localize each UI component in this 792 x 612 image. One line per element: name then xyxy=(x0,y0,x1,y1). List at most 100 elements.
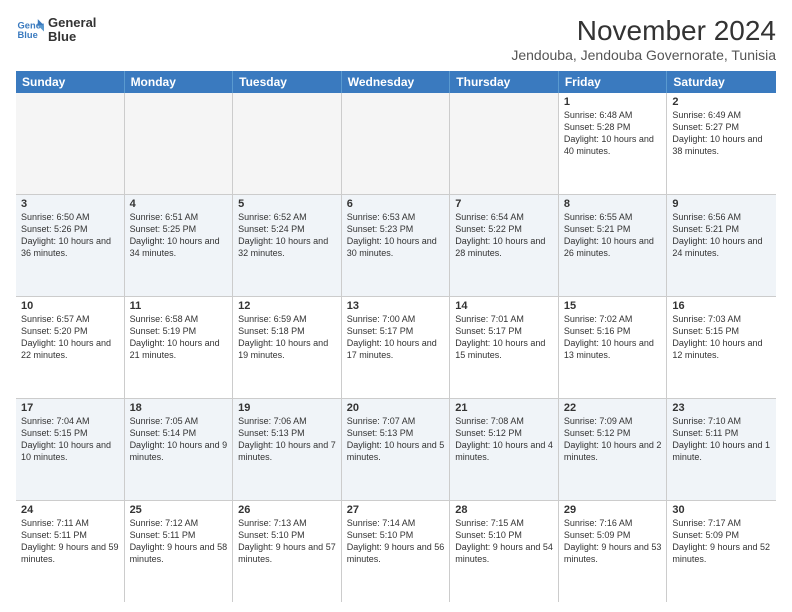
day-number: 21 xyxy=(455,402,553,414)
main-title: November 2024 xyxy=(511,16,776,47)
calendar-row-0: 1Sunrise: 6:48 AM Sunset: 5:28 PM Daylig… xyxy=(16,93,776,195)
day-info: Sunrise: 6:54 AM Sunset: 5:22 PM Dayligh… xyxy=(455,211,553,260)
day-cell-22: 22Sunrise: 7:09 AM Sunset: 5:12 PM Dayli… xyxy=(559,399,668,500)
day-info: Sunrise: 7:07 AM Sunset: 5:13 PM Dayligh… xyxy=(347,415,445,464)
day-info: Sunrise: 7:02 AM Sunset: 5:16 PM Dayligh… xyxy=(564,313,662,362)
day-info: Sunrise: 7:10 AM Sunset: 5:11 PM Dayligh… xyxy=(672,415,771,464)
header-thursday: Thursday xyxy=(450,71,559,93)
day-cell-13: 13Sunrise: 7:00 AM Sunset: 5:17 PM Dayli… xyxy=(342,297,451,398)
day-info: Sunrise: 7:15 AM Sunset: 5:10 PM Dayligh… xyxy=(455,517,553,566)
day-number: 15 xyxy=(564,300,662,312)
subtitle: Jendouba, Jendouba Governorate, Tunisia xyxy=(511,47,776,63)
header-monday: Monday xyxy=(125,71,234,93)
day-number: 7 xyxy=(455,198,553,210)
day-number: 1 xyxy=(564,96,662,108)
day-cell-18: 18Sunrise: 7:05 AM Sunset: 5:14 PM Dayli… xyxy=(125,399,234,500)
svg-text:Blue: Blue xyxy=(18,30,38,40)
day-cell-1: 1Sunrise: 6:48 AM Sunset: 5:28 PM Daylig… xyxy=(559,93,668,194)
day-number: 3 xyxy=(21,198,119,210)
day-number: 25 xyxy=(130,504,228,516)
day-number: 13 xyxy=(347,300,445,312)
day-number: 10 xyxy=(21,300,119,312)
day-number: 20 xyxy=(347,402,445,414)
header-wednesday: Wednesday xyxy=(342,71,451,93)
logo: General Blue General Blue xyxy=(16,16,96,45)
day-number: 6 xyxy=(347,198,445,210)
logo-text-line2: Blue xyxy=(48,30,96,44)
day-info: Sunrise: 7:08 AM Sunset: 5:12 PM Dayligh… xyxy=(455,415,553,464)
day-info: Sunrise: 7:11 AM Sunset: 5:11 PM Dayligh… xyxy=(21,517,119,566)
day-cell-4: 4Sunrise: 6:51 AM Sunset: 5:25 PM Daylig… xyxy=(125,195,234,296)
day-number: 11 xyxy=(130,300,228,312)
day-info: Sunrise: 6:55 AM Sunset: 5:21 PM Dayligh… xyxy=(564,211,662,260)
day-info: Sunrise: 7:16 AM Sunset: 5:09 PM Dayligh… xyxy=(564,517,662,566)
day-number: 17 xyxy=(21,402,119,414)
day-info: Sunrise: 6:56 AM Sunset: 5:21 PM Dayligh… xyxy=(672,211,771,260)
day-info: Sunrise: 7:00 AM Sunset: 5:17 PM Dayligh… xyxy=(347,313,445,362)
day-cell-3: 3Sunrise: 6:50 AM Sunset: 5:26 PM Daylig… xyxy=(16,195,125,296)
day-info: Sunrise: 6:50 AM Sunset: 5:26 PM Dayligh… xyxy=(21,211,119,260)
empty-cell xyxy=(450,93,559,194)
day-number: 9 xyxy=(672,198,771,210)
day-cell-27: 27Sunrise: 7:14 AM Sunset: 5:10 PM Dayli… xyxy=(342,501,451,602)
header-friday: Friday xyxy=(559,71,668,93)
day-number: 4 xyxy=(130,198,228,210)
calendar-row-3: 17Sunrise: 7:04 AM Sunset: 5:15 PM Dayli… xyxy=(16,399,776,501)
page: General Blue General Blue November 2024 … xyxy=(0,0,792,612)
day-number: 23 xyxy=(672,402,771,414)
day-cell-24: 24Sunrise: 7:11 AM Sunset: 5:11 PM Dayli… xyxy=(16,501,125,602)
calendar-row-2: 10Sunrise: 6:57 AM Sunset: 5:20 PM Dayli… xyxy=(16,297,776,399)
day-info: Sunrise: 7:14 AM Sunset: 5:10 PM Dayligh… xyxy=(347,517,445,566)
day-cell-20: 20Sunrise: 7:07 AM Sunset: 5:13 PM Dayli… xyxy=(342,399,451,500)
header: General Blue General Blue November 2024 … xyxy=(16,16,776,63)
empty-cell xyxy=(16,93,125,194)
day-cell-17: 17Sunrise: 7:04 AM Sunset: 5:15 PM Dayli… xyxy=(16,399,125,500)
day-cell-25: 25Sunrise: 7:12 AM Sunset: 5:11 PM Dayli… xyxy=(125,501,234,602)
day-info: Sunrise: 6:58 AM Sunset: 5:19 PM Dayligh… xyxy=(130,313,228,362)
day-number: 24 xyxy=(21,504,119,516)
day-info: Sunrise: 6:53 AM Sunset: 5:23 PM Dayligh… xyxy=(347,211,445,260)
day-cell-2: 2Sunrise: 6:49 AM Sunset: 5:27 PM Daylig… xyxy=(667,93,776,194)
day-cell-7: 7Sunrise: 6:54 AM Sunset: 5:22 PM Daylig… xyxy=(450,195,559,296)
calendar: Sunday Monday Tuesday Wednesday Thursday… xyxy=(16,71,776,602)
day-number: 29 xyxy=(564,504,662,516)
header-sunday: Sunday xyxy=(16,71,125,93)
day-cell-5: 5Sunrise: 6:52 AM Sunset: 5:24 PM Daylig… xyxy=(233,195,342,296)
day-number: 8 xyxy=(564,198,662,210)
day-cell-15: 15Sunrise: 7:02 AM Sunset: 5:16 PM Dayli… xyxy=(559,297,668,398)
empty-cell xyxy=(342,93,451,194)
title-area: November 2024 Jendouba, Jendouba Governo… xyxy=(511,16,776,63)
day-number: 2 xyxy=(672,96,771,108)
day-info: Sunrise: 7:04 AM Sunset: 5:15 PM Dayligh… xyxy=(21,415,119,464)
day-cell-30: 30Sunrise: 7:17 AM Sunset: 5:09 PM Dayli… xyxy=(667,501,776,602)
day-number: 5 xyxy=(238,198,336,210)
day-number: 12 xyxy=(238,300,336,312)
day-cell-10: 10Sunrise: 6:57 AM Sunset: 5:20 PM Dayli… xyxy=(16,297,125,398)
day-info: Sunrise: 7:12 AM Sunset: 5:11 PM Dayligh… xyxy=(130,517,228,566)
empty-cell xyxy=(125,93,234,194)
day-info: Sunrise: 7:09 AM Sunset: 5:12 PM Dayligh… xyxy=(564,415,662,464)
day-cell-19: 19Sunrise: 7:06 AM Sunset: 5:13 PM Dayli… xyxy=(233,399,342,500)
day-cell-12: 12Sunrise: 6:59 AM Sunset: 5:18 PM Dayli… xyxy=(233,297,342,398)
day-info: Sunrise: 6:59 AM Sunset: 5:18 PM Dayligh… xyxy=(238,313,336,362)
empty-cell xyxy=(233,93,342,194)
day-cell-6: 6Sunrise: 6:53 AM Sunset: 5:23 PM Daylig… xyxy=(342,195,451,296)
day-number: 19 xyxy=(238,402,336,414)
logo-text-line1: General xyxy=(48,16,96,30)
day-number: 28 xyxy=(455,504,553,516)
logo-icon: General Blue xyxy=(16,16,44,44)
day-cell-14: 14Sunrise: 7:01 AM Sunset: 5:17 PM Dayli… xyxy=(450,297,559,398)
calendar-header: Sunday Monday Tuesday Wednesday Thursday… xyxy=(16,71,776,93)
day-number: 26 xyxy=(238,504,336,516)
day-info: Sunrise: 7:17 AM Sunset: 5:09 PM Dayligh… xyxy=(672,517,771,566)
day-info: Sunrise: 6:48 AM Sunset: 5:28 PM Dayligh… xyxy=(564,109,662,158)
day-info: Sunrise: 7:01 AM Sunset: 5:17 PM Dayligh… xyxy=(455,313,553,362)
day-number: 14 xyxy=(455,300,553,312)
day-info: Sunrise: 6:51 AM Sunset: 5:25 PM Dayligh… xyxy=(130,211,228,260)
day-cell-11: 11Sunrise: 6:58 AM Sunset: 5:19 PM Dayli… xyxy=(125,297,234,398)
day-info: Sunrise: 6:49 AM Sunset: 5:27 PM Dayligh… xyxy=(672,109,771,158)
header-saturday: Saturday xyxy=(667,71,776,93)
day-number: 16 xyxy=(672,300,771,312)
day-cell-21: 21Sunrise: 7:08 AM Sunset: 5:12 PM Dayli… xyxy=(450,399,559,500)
day-cell-23: 23Sunrise: 7:10 AM Sunset: 5:11 PM Dayli… xyxy=(667,399,776,500)
